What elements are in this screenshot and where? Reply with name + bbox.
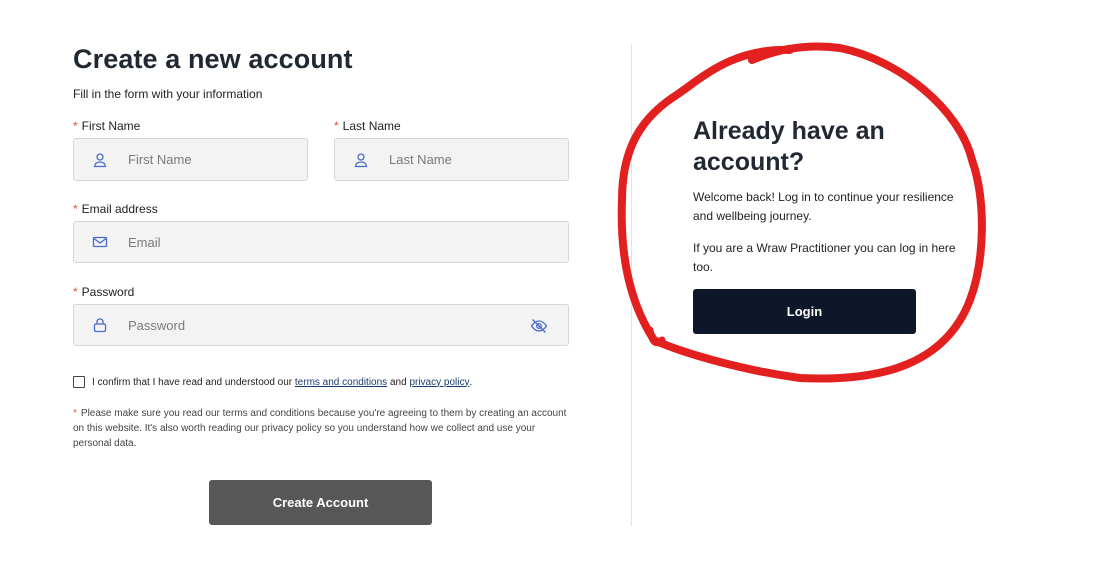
- password-label: * Password: [73, 285, 134, 299]
- required-marker: *: [73, 119, 78, 133]
- email-label: * Email address: [73, 202, 158, 216]
- last-name-field[interactable]: [334, 138, 569, 181]
- login-panel-practitioner-text: If you are a Wraw Practitioner you can l…: [693, 241, 956, 274]
- page-subtitle: Fill in the form with your information: [73, 87, 263, 101]
- password-input[interactable]: [128, 317, 568, 333]
- terms-link[interactable]: terms and conditions: [295, 377, 387, 388]
- first-name-input[interactable]: [128, 152, 307, 167]
- first-name-field[interactable]: [73, 138, 308, 181]
- mail-icon: [92, 234, 108, 250]
- confirm-suffix: .: [469, 376, 473, 388]
- terms-confirm: I confirm that I have read and understoo…: [73, 376, 472, 388]
- user-icon: [92, 152, 108, 168]
- confirm-and: and: [389, 376, 407, 388]
- divider: [631, 44, 632, 526]
- email-input[interactable]: [128, 234, 568, 250]
- last-name-label: * Last Name: [334, 119, 401, 133]
- lock-icon: [92, 317, 108, 333]
- required-marker: *: [73, 202, 78, 216]
- email-label-text: Email address: [81, 202, 158, 216]
- page-title: Create a new account: [73, 44, 353, 74]
- privacy-link[interactable]: privacy policy: [409, 377, 469, 388]
- last-name-input[interactable]: [389, 152, 568, 167]
- login-panel-title: Already have an account?: [693, 117, 885, 176]
- password-field[interactable]: [73, 304, 569, 346]
- eye-off-icon[interactable]: [530, 317, 548, 335]
- required-marker: *: [334, 119, 339, 133]
- last-name-label-text: Last Name: [342, 119, 401, 133]
- required-marker: *: [73, 408, 77, 419]
- login-panel-welcome-text: Welcome back! Log in to continue your re…: [693, 190, 954, 223]
- terms-checkbox[interactable]: [73, 376, 85, 388]
- terms-note-text: Please make sure you read our terms and …: [73, 408, 567, 449]
- terms-note: * Please make sure you read our terms and…: [73, 406, 573, 451]
- create-account-button[interactable]: Create Account: [209, 480, 432, 525]
- first-name-label: * First Name: [73, 119, 140, 133]
- email-field[interactable]: [73, 221, 569, 263]
- confirm-prefix: I confirm that I have read and understoo…: [92, 376, 293, 388]
- password-label-text: Password: [81, 285, 135, 299]
- required-marker: *: [73, 285, 78, 299]
- user-icon: [353, 152, 369, 168]
- first-name-label-text: First Name: [81, 119, 141, 133]
- login-button[interactable]: Login: [693, 289, 916, 334]
